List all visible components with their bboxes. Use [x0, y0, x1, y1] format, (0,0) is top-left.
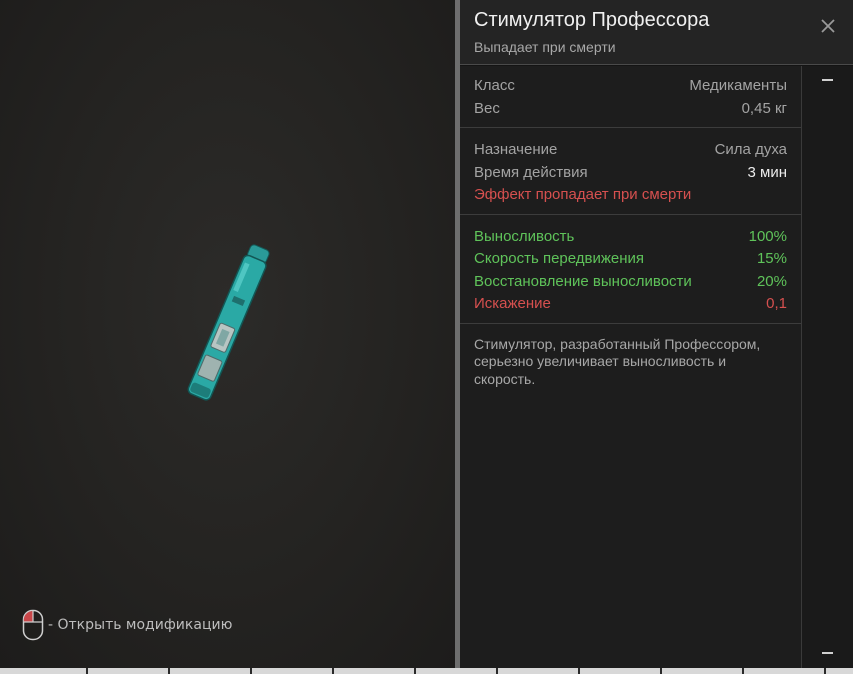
bottom-strip [0, 668, 853, 674]
effect-label: Восстановление выносливости [474, 272, 692, 290]
effect-row: Восстановление выносливости 20% [474, 271, 787, 294]
effect-row: Скорость передвижения 15% [474, 248, 787, 271]
effect-value: 0,1 [766, 295, 787, 312]
effect-label: Скорость передвижения [474, 250, 645, 267]
item-stats: Класс Медикаменты Вес 0,45 кг Назначение… [460, 66, 802, 668]
syringe-stimulator-image [187, 244, 270, 401]
item-info-panel: Стимулятор Профессора Выпадает при смерт… [460, 0, 853, 668]
effect-label: Искажение [474, 295, 551, 312]
stat-value: Медикаменты [689, 77, 787, 94]
strip-tick [86, 668, 88, 674]
death-warning: Эффект пропадает при смерти [474, 184, 787, 207]
warning-text: Эффект пропадает при смерти [474, 186, 692, 203]
scroll-bottom-marker [822, 652, 833, 654]
mouse-icon [22, 609, 44, 641]
strip-tick [578, 668, 580, 674]
modification-hint: - Открыть модификацию [22, 609, 232, 641]
strip-tick [742, 668, 744, 674]
stat-value: 0,45 кг [741, 99, 787, 117]
stat-value: Сила духа [714, 141, 787, 158]
item-header: Стимулятор Профессора Выпадает при смерт… [460, 0, 853, 65]
strip-tick [824, 668, 826, 674]
stat-row-weight: Вес 0,45 кг [474, 98, 787, 121]
effect-row: Искажение 0,1 [474, 293, 787, 316]
stat-row-class: Класс Медикаменты [474, 75, 787, 98]
item-preview-viewport[interactable]: - Открыть модификацию [0, 0, 455, 668]
item-description: Стимулятор, разработанный Профессором, с… [474, 335, 761, 387]
strip-tick [250, 668, 252, 674]
stat-label: Время действия [474, 163, 588, 181]
scrollbar[interactable] [802, 66, 853, 668]
effect-row: Выносливость 100% [474, 226, 787, 249]
usage-section: Назначение Сила духа Время действия 3 ми… [460, 128, 801, 215]
effects-section: Выносливость 100% Скорость передвижения … [460, 215, 801, 324]
strip-tick [496, 668, 498, 674]
stat-row-purpose: Назначение Сила духа [474, 139, 787, 162]
effect-value: 100% [748, 227, 787, 245]
item-title: Стимулятор Профессора [474, 9, 710, 31]
stat-value: 3 мин [747, 163, 788, 181]
effect-label: Выносливость [474, 227, 575, 245]
basic-section: Класс Медикаменты Вес 0,45 кг [460, 66, 801, 128]
strip-tick [414, 668, 416, 674]
modification-hint-text: - Открыть модификацию [48, 617, 233, 633]
stat-label: Вес [474, 99, 500, 117]
strip-tick [332, 668, 334, 674]
close-icon [821, 19, 835, 33]
stat-label: Класс [474, 77, 515, 94]
effect-value: 20% [756, 272, 787, 290]
strip-tick [168, 668, 170, 674]
item-subtitle: Выпадает при смерти [474, 39, 616, 55]
effect-value: 15% [756, 250, 787, 267]
stat-label: Назначение [474, 141, 558, 158]
scroll-top-marker [822, 79, 833, 81]
stat-row-duration: Время действия 3 мин [474, 162, 787, 185]
close-button[interactable] [818, 16, 838, 36]
strip-tick [660, 668, 662, 674]
